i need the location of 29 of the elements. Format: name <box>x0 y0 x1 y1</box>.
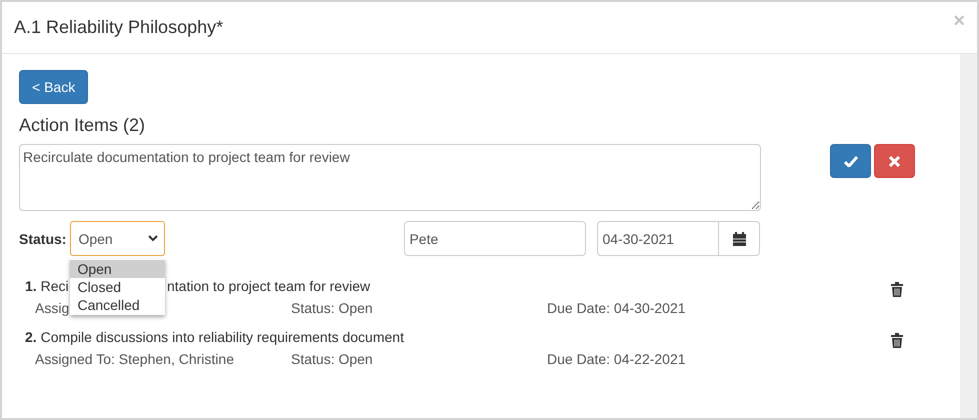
section-heading: Action Items (2) <box>19 115 146 136</box>
description-field[interactable]: Recirculate documentation to project team for review <box>19 144 761 211</box>
chevron-icon <box>148 235 158 242</box>
item-due-date: Due Date: 04-22-2021 <box>547 350 686 369</box>
dropdown-option[interactable]: Closed <box>70 278 166 296</box>
date-field[interactable]: 04-30-2021 <box>597 221 720 256</box>
back-button[interactable]: < Back <box>19 70 88 104</box>
trash-icon[interactable] <box>891 333 903 348</box>
window-title: A.1 Reliability Philosophy* <box>14 17 224 38</box>
item-title: 1. Reci <box>25 278 69 294</box>
calendar-button[interactable] <box>719 221 760 256</box>
item-title: 2. Compile discussions into reliability requirements document <box>25 329 404 345</box>
item-assignee: Assigned To: Stephen, Christine <box>35 351 234 367</box>
calendar-icon <box>732 232 746 246</box>
item-assignee: Assig <box>35 300 70 316</box>
check-icon <box>844 156 858 166</box>
item-due-date: Due Date: 04-30-2021 <box>547 299 686 318</box>
close-icon <box>889 156 900 166</box>
status-dropdown[interactable]: Open <box>70 221 166 256</box>
status-label: Status: <box>19 230 66 246</box>
item-title: ntation to project team for review <box>167 278 370 296</box>
trash-icon[interactable] <box>891 282 903 297</box>
assignee-field[interactable]: Pete <box>404 221 586 256</box>
item-status: Status: Open <box>291 350 374 369</box>
confirm-button[interactable] <box>830 144 871 178</box>
cancel-button[interactable] <box>874 144 915 178</box>
item-status: Status: Open <box>291 299 374 318</box>
dropdown-option[interactable]: Open <box>70 260 166 278</box>
dropdown-option[interactable]: Cancelled <box>70 296 166 314</box>
